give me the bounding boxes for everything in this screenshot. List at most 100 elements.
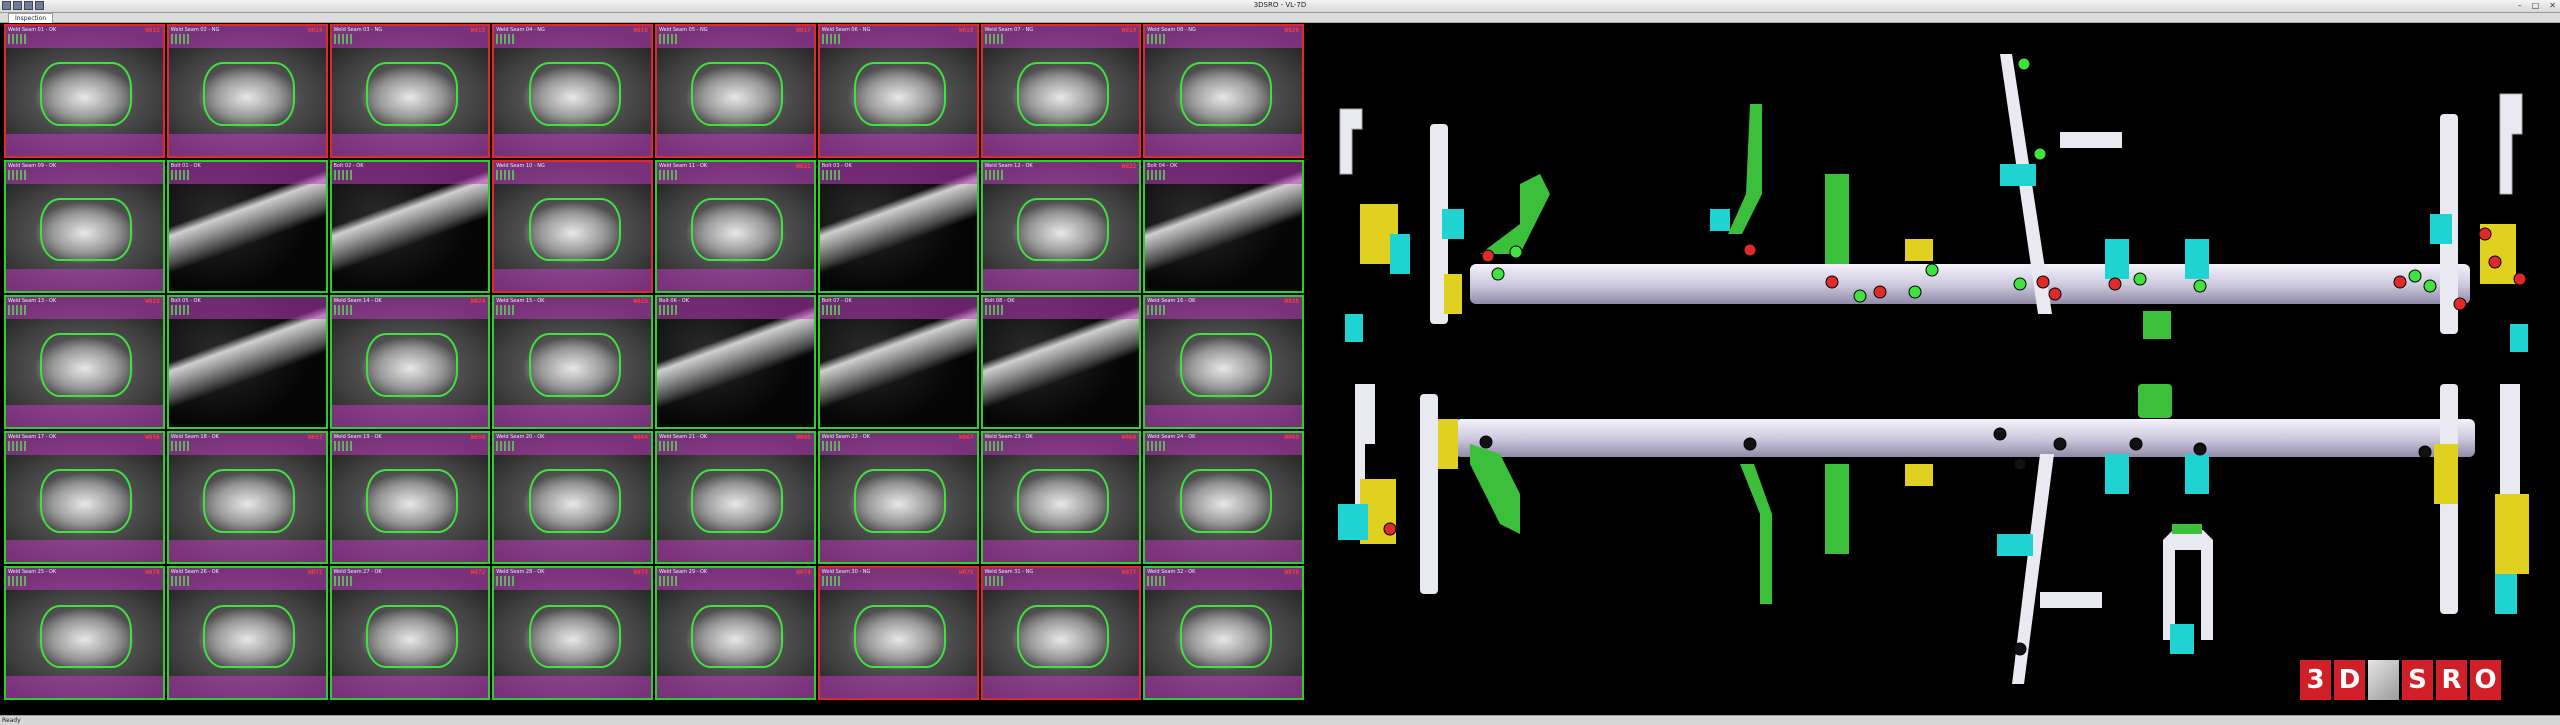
inspection-cell[interactable]: Weld Seam 15 - OK W025 [492,295,653,429]
lower-stand[interactable] [2163,530,2213,640]
lower-tube[interactable] [1455,419,2475,457]
lower-arm-bracket[interactable] [2040,592,2102,608]
upper-green-gusset[interactable] [1480,174,1550,254]
weld-point-marker[interactable] [1853,289,1867,303]
weld-point-marker[interactable] [1509,245,1523,259]
weld-point-marker[interactable] [1479,435,1493,449]
inspection-cell[interactable]: Bolt 04 - OK [1143,159,1304,294]
upper-left-yellow-clip[interactable] [1444,274,1462,314]
inspection-cell[interactable]: Weld Seam 20 - OK W064 [492,430,653,565]
inspection-cell[interactable]: Weld Seam 30 - NG W075 [817,566,979,700]
weld-point-marker[interactable] [1825,275,1839,289]
inspection-cell[interactable]: Weld Seam 13 - OK W023 [4,295,165,429]
inspection-cell[interactable]: Weld Seam 12 - OK W022 [980,159,1142,294]
inspection-cell[interactable]: Weld Seam 32 - OK W078 [1143,566,1304,700]
weld-point-marker[interactable] [1925,263,1939,277]
inspection-cell[interactable]: Weld Seam 23 - OK W068 [980,430,1142,565]
inspection-cell[interactable]: Weld Seam 22 - OK W067 [817,430,979,565]
inspection-cell[interactable]: Bolt 01 - OK [166,159,328,294]
inspection-cell[interactable]: Weld Seam 05 - NG W017 [655,24,816,158]
lower-right-yellow-part[interactable] [2495,494,2529,574]
minimize-button[interactable]: – [2518,1,2522,10]
inspection-cell[interactable]: Weld Seam 21 - OK W065 [655,430,816,565]
inspection-cell[interactable]: Weld Seam 16 - OK W026 [1143,295,1304,429]
inspection-cell[interactable]: Bolt 03 - OK [817,159,979,294]
weld-point-marker[interactable] [1481,249,1495,263]
upper-center-green[interactable] [2143,311,2171,339]
upper-right-cyan-foot[interactable] [2510,324,2528,352]
upper-left-bracket[interactable] [1339,108,1363,175]
lower-center-green[interactable] [2138,384,2172,418]
upper-left-cyan-block[interactable] [1442,209,1464,239]
lower-left-yellow-clip[interactable] [1438,419,1458,469]
inspection-cell[interactable]: Bolt 07 - OK [817,295,979,429]
weld-point-marker[interactable] [2048,287,2062,301]
lower-center-cyan-left[interactable] [2105,454,2129,494]
inspection-cell[interactable]: Weld Seam 06 - NG W018 [817,24,979,158]
upper-right-cyan-block[interactable] [2430,214,2452,244]
lower-green-arm[interactable] [1740,464,1772,604]
weld-point-marker[interactable] [2423,279,2437,293]
inspection-cell[interactable]: Bolt 08 - OK [980,295,1142,429]
inspection-cell[interactable]: Weld Seam 17 - OK W056 [4,430,165,565]
weld-point-marker[interactable] [1383,522,1397,536]
upper-green-arm[interactable] [1728,104,1762,234]
weld-point-marker[interactable] [1491,267,1505,281]
weld-point-marker[interactable] [2393,275,2407,289]
upper-right-bracket[interactable] [2499,93,2523,195]
lower-left-post[interactable] [1420,394,1438,594]
inspection-cell[interactable]: Weld Seam 01 - OK W013 [4,24,165,158]
weld-point-marker[interactable] [2013,642,2027,656]
upper-center-cyan-left[interactable] [2105,239,2129,279]
weld-point-marker[interactable] [2478,227,2492,241]
weld-point-marker[interactable] [2033,147,2047,161]
weld-point-marker[interactable] [1993,427,2007,441]
inspection-cell[interactable]: Weld Seam 25 - OK W070 [4,566,165,700]
upper-green-plate[interactable] [1825,174,1849,264]
inspection-cell[interactable]: Weld Seam 28 - OK W073 [492,566,653,700]
weld-point-marker[interactable] [2488,255,2502,269]
inspection-cell[interactable]: Weld Seam 27 - OK W072 [329,566,491,700]
3d-part-viewer[interactable] [1320,24,2556,700]
lower-right-cyan-foot[interactable] [2495,574,2517,614]
weld-point-marker[interactable] [2013,457,2027,471]
inspection-cell[interactable]: Weld Seam 24 - OK W069 [1143,430,1304,565]
inspection-cell[interactable]: Bolt 02 - OK [329,159,491,294]
weld-point-marker[interactable] [2108,277,2122,291]
inspection-cell[interactable]: Weld Seam 11 - OK W021 [655,159,816,294]
lower-stand-cyan[interactable] [2170,624,2194,654]
lower-left-cyan-plate[interactable] [1338,504,1368,540]
inspection-cell[interactable]: Weld Seam 18 - OK W057 [166,430,328,565]
weld-point-marker[interactable] [2193,279,2207,293]
upper-arm-bracket[interactable] [2060,132,2122,148]
weld-point-marker[interactable] [2513,272,2527,286]
tab-inspection[interactable]: Inspection [8,13,53,23]
lower-yellow-tab[interactable] [1905,464,1933,486]
inspection-cell[interactable]: Weld Seam 09 - OK [4,159,165,294]
upper-cyan-stub[interactable] [1710,209,1730,231]
inspection-cell[interactable]: Weld Seam 10 - NG [492,159,653,294]
weld-point-marker[interactable] [1743,437,1757,451]
lower-green-gusset[interactable] [1470,444,1520,534]
weld-point-marker[interactable] [2013,277,2027,291]
weld-point-marker[interactable] [2453,297,2467,311]
upper-yellow-tab[interactable] [1905,239,1933,261]
upper-left-cyan-clip[interactable] [1390,234,1410,274]
inspection-cell[interactable]: Weld Seam 02 - NG W014 [166,24,328,158]
lower-green-plate[interactable] [1825,464,1849,554]
upper-tube[interactable] [1470,264,2470,304]
inspection-cell[interactable]: Bolt 06 - OK [655,295,816,429]
maximize-button[interactable]: □ [2532,1,2540,10]
lower-arm-cyan-block[interactable] [1997,534,2033,556]
weld-point-marker[interactable] [2408,269,2422,283]
inspection-cell[interactable]: Weld Seam 19 - OK W058 [329,430,491,565]
inspection-cell[interactable]: Weld Seam 14 - OK W024 [329,295,491,429]
close-button[interactable]: ✕ [2549,1,2556,10]
inspection-cell[interactable]: Weld Seam 29 - OK W074 [655,566,816,700]
upper-left-cyan-foot[interactable] [1345,314,1363,342]
weld-point-marker[interactable] [2129,437,2143,451]
inspection-cell[interactable]: Weld Seam 31 - NG W077 [980,566,1142,700]
lower-stand-green[interactable] [2172,524,2202,534]
inspection-cell[interactable]: Weld Seam 07 - NG W019 [980,24,1142,158]
inspection-cell[interactable]: Weld Seam 03 - NG W015 [329,24,491,158]
